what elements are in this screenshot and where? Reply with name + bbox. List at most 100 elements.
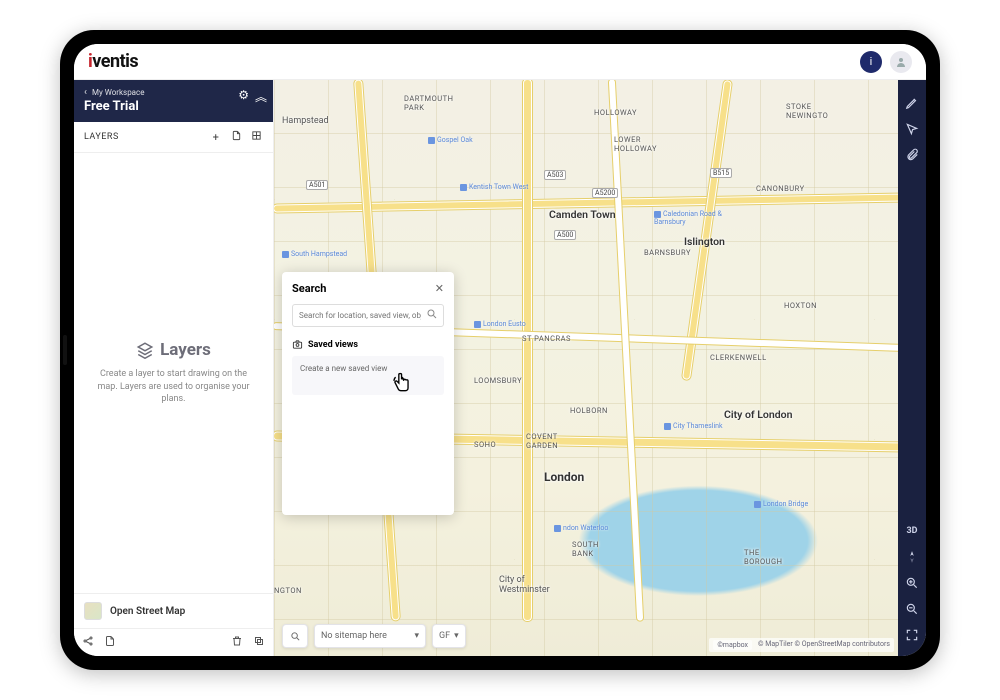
layers-empty-title-text: Layers: [160, 340, 211, 360]
layer-grid-icon[interactable]: [249, 130, 263, 144]
duplicate-icon[interactable]: [253, 635, 265, 650]
fullscreen-icon[interactable]: [898, 622, 926, 648]
sidebar-footer: Open Street Map: [74, 593, 273, 656]
user-avatar[interactable]: [890, 51, 912, 73]
sitemap-value: No sitemap here: [321, 631, 387, 641]
basemap-label: Open Street Map: [110, 606, 185, 617]
map-label: Hampstead: [282, 116, 329, 126]
add-layer-icon[interactable]: +: [209, 131, 223, 144]
brand-logo: iventis: [88, 51, 138, 72]
map-district: CANONBURY: [756, 184, 805, 193]
gear-icon[interactable]: ⚙: [238, 88, 249, 105]
info-icon[interactable]: i: [860, 51, 882, 73]
search-icon[interactable]: [426, 308, 438, 323]
road-shield: A501: [306, 180, 328, 190]
workspace-title: Free Trial: [84, 99, 263, 114]
map-attribution-text: © MapTiler © OpenStreetMap contributors: [758, 640, 890, 650]
workspace-breadcrumb[interactable]: My Workspace: [84, 88, 263, 97]
main-area: My Workspace Free Trial ⚙ ︽ LAYERS +: [74, 80, 926, 656]
trash-icon[interactable]: [231, 635, 243, 650]
road-shield: A503: [544, 170, 566, 180]
floor-value: GF: [439, 631, 450, 641]
map-label: London: [544, 470, 584, 484]
bottom-search-button[interactable]: [282, 624, 308, 648]
create-saved-view-row[interactable]: Create a new saved view: [292, 356, 444, 395]
search-input[interactable]: [292, 304, 444, 327]
right-tool-rail: 3D: [898, 80, 926, 656]
map-district: LOWER HOLLOWAY: [614, 135, 657, 153]
tablet-frame: iventis document.querySelector('.brand s…: [60, 30, 940, 670]
draw-tool-icon[interactable]: [898, 90, 926, 116]
layers-empty-title: Layers: [136, 340, 211, 360]
map-district: COVENT GARDEN: [526, 432, 558, 450]
map-poi: City Thameslink: [664, 422, 723, 430]
chevron-down-icon: ▾: [454, 631, 459, 641]
map-bottom-bar: No sitemap here ▾ GF ▾: [282, 624, 466, 648]
basemap-thumb: [84, 602, 102, 620]
layers-icon: [136, 341, 154, 359]
pointer-cursor-icon: [388, 369, 414, 397]
zoom-out-icon[interactable]: [898, 596, 926, 622]
map-label: Camden Town: [549, 208, 616, 221]
workspace-header: My Workspace Free Trial ⚙ ︽: [74, 80, 273, 122]
map-poi: Kentish Town West: [460, 183, 528, 191]
map-label: City of London: [724, 408, 792, 421]
map-poi: Caledonian Road & Barnsbury: [654, 210, 722, 226]
road-shield: B515: [710, 168, 732, 178]
map-district: CLERKENWELL: [710, 353, 767, 362]
saved-views-section: Saved views: [292, 339, 444, 350]
floor-select[interactable]: GF ▾: [432, 624, 466, 648]
saved-views-label: Saved views: [308, 340, 358, 350]
top-bar: iventis document.querySelector('.brand s…: [74, 44, 926, 80]
layers-toolbar: LAYERS +: [74, 122, 273, 153]
map-district: ST PANCRAS: [522, 334, 571, 343]
chevron-down-icon: ▾: [414, 631, 419, 641]
map-poi: London Bridge: [754, 500, 808, 508]
map-poi: Gospel Oak: [428, 136, 473, 144]
map-poi: South Hampstead: [282, 250, 347, 258]
share-icon[interactable]: [82, 635, 94, 650]
mode-3d-button[interactable]: 3D: [898, 518, 926, 544]
camera-icon: [292, 339, 303, 350]
layers-label: LAYERS: [84, 132, 119, 142]
tablet-side-button: [63, 335, 67, 365]
map-district: STOKE NEWINGTO: [786, 102, 828, 120]
export-icon[interactable]: [104, 635, 116, 650]
mapbox-logo: ©mapbox: [713, 640, 752, 650]
map-district: HOLLOWAY: [594, 108, 637, 117]
map-district: HOLBORN: [570, 406, 608, 415]
road-shield: A500: [554, 230, 576, 240]
zoom-in-icon[interactable]: [898, 570, 926, 596]
map-poi: London Eusto: [474, 320, 526, 328]
create-saved-view-label: Create a new saved view: [300, 364, 387, 373]
map-poi: ndon Waterloo: [554, 524, 608, 532]
map-district: BARNSBURY: [644, 248, 691, 257]
search-panel-title: Search: [292, 282, 326, 295]
close-icon[interactable]: ✕: [435, 282, 444, 295]
map-district: DARTMOUTH PARK: [404, 94, 453, 112]
app-window: iventis document.querySelector('.brand s…: [74, 44, 926, 656]
map-attribution: ©mapbox © MapTiler © OpenStreetMap contr…: [709, 638, 894, 652]
map-district: SOHO: [474, 440, 496, 449]
map-district: THE BOROUGH: [744, 548, 782, 566]
map-district: HOXTON: [784, 301, 817, 310]
left-sidebar: My Workspace Free Trial ⚙ ︽ LAYERS +: [74, 80, 274, 656]
compass-icon[interactable]: [898, 544, 926, 570]
layers-empty-desc: Create a layer to start drawing on the m…: [92, 368, 255, 406]
collapse-icon[interactable]: ︽: [255, 88, 267, 105]
map-label: City of Westminster: [499, 575, 550, 595]
import-layer-icon[interactable]: [229, 130, 243, 144]
map-canvas[interactable]: Hampstead Camden Town Islington London C…: [274, 80, 898, 656]
search-panel: Search ✕ Saved views Create a n: [282, 272, 454, 515]
map-district: SOUTH BANK: [572, 540, 599, 558]
sidebar-empty-state: Layers Create a layer to start drawing o…: [74, 153, 273, 593]
attach-tool-icon[interactable]: [898, 142, 926, 168]
sitemap-select[interactable]: No sitemap here ▾: [314, 624, 426, 648]
map-label: Islington: [684, 235, 725, 248]
map-district: NGTON: [274, 586, 302, 595]
basemap-row[interactable]: Open Street Map: [74, 594, 273, 628]
road-shield: A5200: [592, 188, 618, 198]
select-tool-icon[interactable]: [898, 116, 926, 142]
map-district: LOOMSBURY: [474, 376, 522, 385]
sidebar-tool-row: [74, 628, 273, 656]
